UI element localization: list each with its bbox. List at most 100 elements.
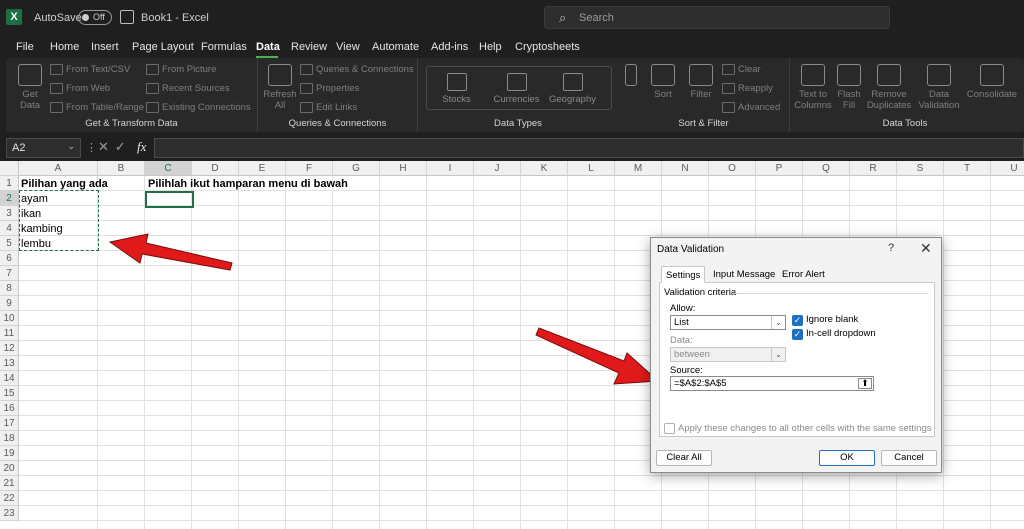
column-header-u[interactable]: U <box>991 161 1024 176</box>
row-header-17[interactable]: 17 <box>0 416 19 431</box>
row-header-23[interactable]: 23 <box>0 506 19 521</box>
row-header-19[interactable]: 19 <box>0 446 19 461</box>
tab-settings[interactable]: Settings <box>661 266 706 283</box>
ok-button[interactable]: OK <box>819 450 875 466</box>
from-picture-button[interactable]: From Picture <box>146 64 216 75</box>
insert-function-icon[interactable]: fx <box>137 139 146 155</box>
menu-automate[interactable]: Automate <box>372 41 419 53</box>
column-header-o[interactable]: O <box>709 161 756 176</box>
help-icon[interactable]: ? <box>888 242 894 254</box>
in-cell-dropdown-checkbox[interactable]: ✓ <box>792 329 803 340</box>
row-header-6[interactable]: 6 <box>0 251 19 266</box>
currencies-button[interactable]: Currencies <box>489 73 544 105</box>
row-header-8[interactable]: 8 <box>0 281 19 296</box>
row-header-13[interactable]: 13 <box>0 356 19 371</box>
row-header-11[interactable]: 11 <box>0 326 19 341</box>
text-to-columns-button[interactable]: Text to Columns <box>792 64 834 111</box>
column-header-d[interactable]: D <box>192 161 239 176</box>
column-header-h[interactable]: H <box>380 161 427 176</box>
cell-a3[interactable]: ikan <box>21 207 41 222</box>
cell-a2[interactable]: ayam <box>21 192 48 207</box>
recent-sources-button[interactable]: Recent Sources <box>146 83 230 94</box>
row-header-12[interactable]: 12 <box>0 341 19 356</box>
menu-formulas[interactable]: Formulas <box>201 41 247 53</box>
column-header-l[interactable]: L <box>568 161 615 176</box>
from-table-button[interactable]: From Table/Range <box>50 102 144 113</box>
cancel-enter-icons[interactable]: ✕✓ <box>98 139 132 155</box>
sort-button[interactable]: Sort <box>648 64 678 100</box>
allow-select[interactable]: List ⌄ <box>670 315 786 330</box>
cell-a5[interactable]: lembu <box>21 237 51 252</box>
column-header-g[interactable]: G <box>333 161 380 176</box>
edit-links-button[interactable]: Edit Links <box>300 102 357 113</box>
source-input[interactable]: =$A$2:$A$5 ⬆ <box>670 376 874 391</box>
column-header-i[interactable]: I <box>427 161 474 176</box>
column-header-f[interactable]: F <box>286 161 333 176</box>
menu-file[interactable]: File <box>16 41 34 53</box>
from-web-button[interactable]: From Web <box>50 83 110 94</box>
row-header-7[interactable]: 7 <box>0 266 19 281</box>
sort-az-button[interactable] <box>620 64 642 89</box>
menu-insert[interactable]: Insert <box>91 41 119 53</box>
row-header-14[interactable]: 14 <box>0 371 19 386</box>
row-header-9[interactable]: 9 <box>0 296 19 311</box>
row-header-2[interactable]: 2 <box>0 191 19 206</box>
geography-button[interactable]: Geography <box>545 73 600 105</box>
column-header-p[interactable]: P <box>756 161 803 176</box>
formula-input[interactable] <box>154 138 1024 158</box>
row-header-3[interactable]: 3 <box>0 206 19 221</box>
flash-fill-button[interactable]: Flash Fill <box>836 64 862 111</box>
menu-cryptosheets[interactable]: Cryptosheets <box>515 41 580 53</box>
tab-input-message[interactable]: Input Message <box>709 266 779 283</box>
data-validation-button[interactable]: Data Validation <box>916 64 962 111</box>
apply-all-checkbox[interactable] <box>664 423 675 434</box>
row-header-22[interactable]: 22 <box>0 491 19 506</box>
stocks-button[interactable]: Stocks <box>429 73 484 105</box>
column-header-e[interactable]: E <box>239 161 286 176</box>
queries-connections-button[interactable]: Queries & Connections <box>300 64 414 75</box>
column-header-b[interactable]: B <box>98 161 145 176</box>
advanced-button[interactable]: Advanced <box>722 102 780 113</box>
save-icon[interactable] <box>120 10 134 24</box>
column-header-c[interactable]: C <box>145 161 192 176</box>
menu-home[interactable]: Home <box>50 41 79 53</box>
cell-a1[interactable]: Pilihan yang ada <box>21 177 108 192</box>
column-header-q[interactable]: Q <box>803 161 850 176</box>
clear-button[interactable]: Clear <box>722 64 761 75</box>
properties-button[interactable]: Properties <box>300 83 359 94</box>
column-header-k[interactable]: K <box>521 161 568 176</box>
row-header-1[interactable]: 1 <box>0 176 19 191</box>
search-box[interactable]: ⌕ Search <box>544 6 890 29</box>
refresh-all-button[interactable]: Refresh All <box>262 64 298 111</box>
menu-view[interactable]: View <box>336 41 360 53</box>
select-all-corner[interactable] <box>0 161 19 176</box>
column-header-j[interactable]: J <box>474 161 521 176</box>
get-data-button[interactable]: Get Data <box>12 64 48 111</box>
cell-a4[interactable]: kambing <box>21 222 63 237</box>
column-header-n[interactable]: N <box>662 161 709 176</box>
menu-data[interactable]: Data <box>256 41 280 53</box>
clear-all-button[interactable]: Clear All <box>656 450 712 466</box>
close-icon[interactable]: ✕ <box>920 240 932 257</box>
column-header-t[interactable]: T <box>944 161 991 176</box>
from-text-button[interactable]: From Text/CSV <box>50 64 130 75</box>
row-header-16[interactable]: 16 <box>0 401 19 416</box>
autosave-toggle[interactable]: Off <box>78 10 112 25</box>
reapply-button[interactable]: Reapply <box>722 83 773 94</box>
column-header-a[interactable]: A <box>19 161 98 176</box>
column-header-r[interactable]: R <box>850 161 897 176</box>
row-header-5[interactable]: 5 <box>0 236 19 251</box>
ignore-blank-checkbox[interactable]: ✓ <box>792 315 803 326</box>
row-header-15[interactable]: 15 <box>0 386 19 401</box>
menu-page-layout[interactable]: Page Layout <box>132 41 194 53</box>
column-header-m[interactable]: M <box>615 161 662 176</box>
row-header-18[interactable]: 18 <box>0 431 19 446</box>
tab-error-alert[interactable]: Error Alert <box>778 266 829 283</box>
row-header-4[interactable]: 4 <box>0 221 19 236</box>
column-header-s[interactable]: S <box>897 161 944 176</box>
existing-connections-button[interactable]: Existing Connections <box>146 102 251 113</box>
row-header-20[interactable]: 20 <box>0 461 19 476</box>
row-header-10[interactable]: 10 <box>0 311 19 326</box>
filter-button[interactable]: Filter <box>684 64 718 100</box>
consolidate-button[interactable]: Consolidate <box>964 64 1020 100</box>
